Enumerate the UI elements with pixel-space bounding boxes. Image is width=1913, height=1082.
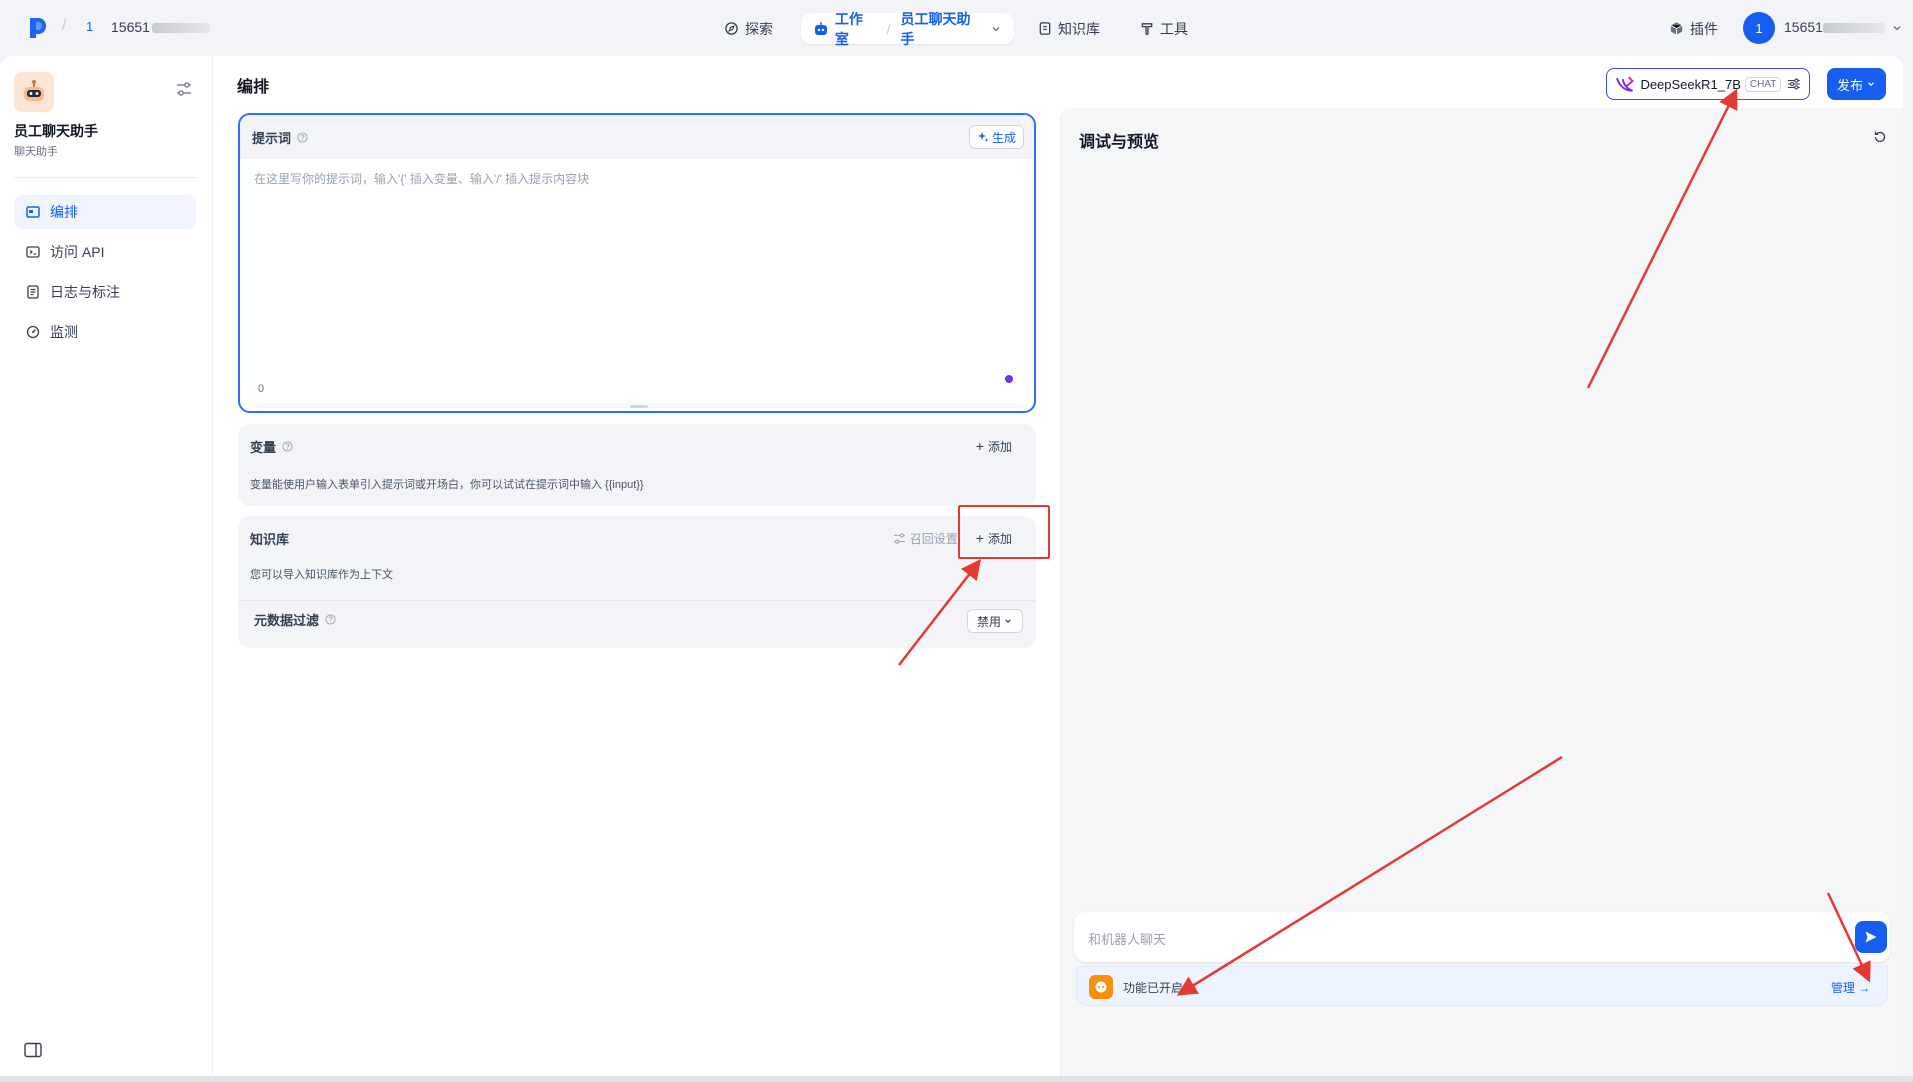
prompt-char-count: 0 <box>258 383 265 395</box>
gauge-icon <box>26 325 40 339</box>
metadata-filter-label: 元数据过滤 <box>254 610 336 629</box>
sidebar-item-label: 编排 <box>50 204 78 220</box>
book-icon <box>1039 22 1051 35</box>
chat-input-placeholder: 和机器人聊天 <box>1088 932 1167 947</box>
user-avatar[interactable]: 1 <box>1743 12 1775 44</box>
app-type: 聊天助手 <box>14 146 58 158</box>
annotation-highlight-box <box>958 505 1050 559</box>
robot-icon <box>814 21 827 35</box>
compass-icon <box>725 22 738 35</box>
publish-button[interactable]: 发布 <box>1827 68 1886 100</box>
send-button[interactable] <box>1855 921 1887 953</box>
nav-plugins-label: 插件 <box>1690 20 1718 37</box>
metadata-filter-select[interactable]: 禁用 <box>967 609 1023 633</box>
nav-tools[interactable]: 工具 <box>1140 13 1188 44</box>
nav-studio-label: 工作室 <box>834 10 863 47</box>
preview-title: 调试与预览 <box>1079 134 1160 151</box>
variables-description: 变量能使用户输入表单引入提示词或开场白，你可以试试在提示词中输入 {{input… <box>250 479 644 491</box>
redacted-text <box>151 23 210 34</box>
app-title: 员工聊天助手 <box>14 123 98 139</box>
robot-icon <box>24 80 44 101</box>
divider <box>14 177 198 178</box>
manage-features-link[interactable]: 管理 → <box>1831 979 1870 996</box>
layout-icon <box>26 206 40 218</box>
sparkle-icon <box>977 132 989 142</box>
nav-knowledge-label: 知识库 <box>1058 20 1100 37</box>
prompt-editor-card: 提示词 生成 在这里写你的提示词，输入'{' 插入变量、输入'/' 插入提示内容… <box>238 113 1036 413</box>
generate-button[interactable]: 生成 <box>968 125 1024 149</box>
nav-plugins[interactable]: 插件 <box>1669 13 1718 44</box>
breadcrumb-separator: / <box>886 20 891 37</box>
chevron-down-icon <box>1893 26 1901 31</box>
app-avatar[interactable] <box>14 72 54 112</box>
sidebar-item-label: 监测 <box>50 324 78 340</box>
variables-label: 变量 <box>250 439 277 455</box>
top-navigation-bar: / 1 15651 探索 工作室 / 员工聊天助手 知识库 工具 插件 1 15… <box>0 0 1913 56</box>
model-mode-badge: CHAT <box>1744 76 1782 92</box>
sidebar-item-label: 访问 API <box>50 244 105 260</box>
variables-header: 变量 + 添加 <box>238 424 1036 468</box>
knowledge-label: 知识库 <box>250 531 290 547</box>
hammer-icon <box>1141 23 1153 35</box>
sidebar-item-logs[interactable]: 日志与标注 <box>14 275 196 309</box>
collapse-sidebar-icon[interactable] <box>24 1042 42 1058</box>
chevron-down-icon <box>1005 619 1011 624</box>
chevron-down-icon <box>1868 82 1874 87</box>
dify-logo-icon[interactable] <box>28 16 48 40</box>
nav-tools-label: 工具 <box>1160 20 1188 37</box>
send-icon <box>1865 931 1877 943</box>
sliders-icon[interactable] <box>176 82 192 96</box>
knowledge-description: 您可以导入知识库作为上下文 <box>250 569 393 581</box>
sidebar-item-label: 日志与标注 <box>50 284 120 300</box>
sliders-icon <box>893 532 905 544</box>
app-sidebar: 员工聊天助手 聊天助手 编排 访问 API 日志与标注 监测 <box>0 56 213 1076</box>
window-bottom-edge <box>0 1076 1913 1082</box>
breadcrumb-separator: / <box>62 17 67 34</box>
generate-label: 生成 <box>991 130 1016 145</box>
help-icon[interactable] <box>325 614 336 625</box>
prompt-header: 提示词 生成 <box>240 115 1034 159</box>
deepseek-logo-icon <box>1616 76 1634 92</box>
prompt-textarea[interactable]: 在这里写你的提示词，输入'{' 插入变量、输入'/' 插入提示内容块 <box>254 170 589 187</box>
knowledge-header: 知识库 召回设置 + 添加 <box>238 516 1036 560</box>
sidebar-item-orchestrate[interactable]: 编排 <box>14 195 196 229</box>
sidebar-item-monitor[interactable]: 监测 <box>14 315 196 349</box>
knowledge-section: 知识库 召回设置 + 添加 您可以导入知识库作为上下文 元数据过滤 禁用 <box>238 516 1036 648</box>
terminal-icon <box>26 246 40 258</box>
page-title: 编排 <box>237 79 270 96</box>
workspace-number[interactable]: 1 <box>86 19 93 34</box>
divider <box>238 600 1036 601</box>
model-selector[interactable]: DeepSeekR1_7B CHAT <box>1606 68 1810 100</box>
prompt-label: 提示词 <box>252 130 292 146</box>
refresh-icon[interactable] <box>1873 130 1887 144</box>
redacted-text <box>1822 23 1885 34</box>
features-bar: 功能已开启 管理 → <box>1076 966 1888 1006</box>
resize-handle[interactable] <box>630 405 648 408</box>
help-icon[interactable] <box>297 131 308 143</box>
workspace-name[interactable]: 15651 <box>111 19 210 35</box>
model-name: DeepSeekR1_7B <box>1640 76 1741 92</box>
document-icon <box>27 285 39 299</box>
chevron-down-icon[interactable] <box>990 23 1002 35</box>
editor-status-dot <box>1005 375 1013 383</box>
cube-icon <box>1670 22 1683 35</box>
nav-studio[interactable]: 工作室 / 员工聊天助手 <box>801 11 1014 47</box>
nav-explore[interactable]: 探索 <box>724 13 773 44</box>
chat-input-box[interactable]: 和机器人聊天 <box>1074 912 1890 962</box>
nav-explore-label: 探索 <box>745 20 773 37</box>
features-status: 功能已开启 <box>1123 981 1184 995</box>
add-variable-button[interactable]: + 添加 <box>976 438 1012 455</box>
sidebar-item-api[interactable]: 访问 API <box>14 235 196 269</box>
user-menu[interactable]: 15651 <box>1784 19 1903 35</box>
sliders-icon[interactable] <box>1787 77 1801 91</box>
chat-bubble-icon <box>1095 981 1107 993</box>
recall-settings-button[interactable]: 召回设置 <box>893 530 958 547</box>
help-icon[interactable] <box>282 440 293 452</box>
nav-knowledge[interactable]: 知识库 <box>1038 13 1100 44</box>
features-icon <box>1089 975 1113 999</box>
plus-icon: + <box>975 438 984 454</box>
current-app-switcher[interactable]: 员工聊天助手 <box>901 9 985 49</box>
variables-section: 变量 + 添加 变量能使用户输入表单引入提示词或开场白，你可以试试在提示词中输入 … <box>238 424 1036 506</box>
